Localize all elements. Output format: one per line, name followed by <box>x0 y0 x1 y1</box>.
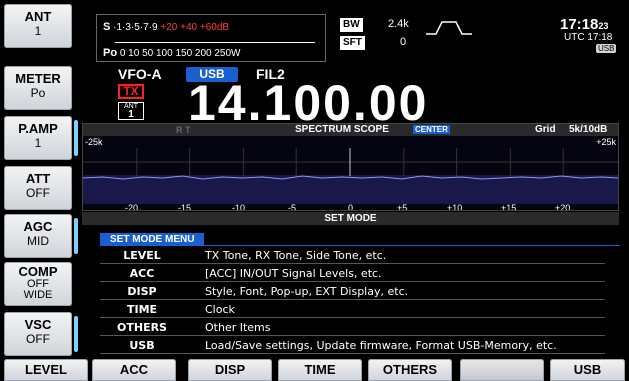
scope-rt: R T <box>176 125 191 135</box>
menu-divider <box>100 245 620 246</box>
vfo-name: VFO-A <box>118 66 162 82</box>
menu-row-others[interactable]: OTHERS Other Items <box>100 319 605 336</box>
vsc-button-value: OFF <box>26 332 50 346</box>
acc-button[interactable]: ACC <box>92 359 176 381</box>
scope-tick: +5 <box>397 203 408 211</box>
vsc-button[interactable]: VSC OFF <box>4 312 78 356</box>
clock: 17:1823 <box>560 16 608 33</box>
frequency-display[interactable]: 14.100.00 <box>188 78 428 128</box>
bw-label: BW <box>340 18 363 32</box>
preamp-button[interactable]: P.AMP 1 <box>4 116 78 160</box>
others-button[interactable]: OTHERS <box>368 359 452 381</box>
scope-center-badge: CENTER <box>413 125 450 134</box>
comp-button[interactable]: COMP OFF WIDE <box>4 262 72 306</box>
set-mode-panel: SET MODE SET MODE MENU LEVEL TX Tone, RX… <box>82 212 620 357</box>
po-meter-label: Po <box>103 47 118 59</box>
s-meter-scale: S ·1·3·5·7·9 +20 +40 +60dB <box>103 21 229 33</box>
scope-tick: +20 <box>555 203 571 211</box>
scope-span: 5k/10dB <box>569 124 608 135</box>
agc-button-value: MID <box>27 234 49 248</box>
s-meter-units: ·1·3·5·7·9 <box>113 22 158 33</box>
att-button-title: ATT <box>25 171 51 186</box>
set-mode-title: SET MODE <box>82 212 619 225</box>
s-meter-over: +20 +40 +60dB <box>160 22 230 33</box>
sft-value: 0 <box>400 36 407 48</box>
level-button[interactable]: LEVEL <box>4 359 88 381</box>
menu-row-key: ACC <box>129 267 155 280</box>
ant-indicator-num: 1 <box>128 109 134 120</box>
comp-button-title: COMP <box>18 264 58 279</box>
scope-tick: -5 <box>288 203 297 211</box>
meter-bar <box>115 37 315 43</box>
menu-row-desc: Load/Save settings, Update firmware, For… <box>205 339 557 352</box>
scope-tick: 0 <box>348 203 354 211</box>
s-meter-label: S <box>103 21 111 33</box>
menu-row-usb[interactable]: USB Load/Save settings, Update firmware,… <box>100 337 605 354</box>
ant-button[interactable]: ANT 1 <box>4 4 72 48</box>
clock-time: 17:18 <box>560 16 599 33</box>
att-button-value: OFF <box>26 186 50 200</box>
menu-row-desc: [ACC] IN/OUT Signal Levels, etc. <box>205 267 382 280</box>
menu-row-key: TIME <box>126 303 158 316</box>
scope-left-edge: -25k <box>85 137 103 147</box>
scope-tick: -15 <box>178 203 192 211</box>
menu-row-desc: Other Items <box>205 321 271 334</box>
menu-row-time[interactable]: TIME Clock <box>100 301 605 318</box>
preamp-button-value: 1 <box>34 136 42 150</box>
menu-row-desc: Clock <box>205 303 235 316</box>
scope-grid: Grid <box>535 124 556 135</box>
meter-button-title: METER <box>15 71 61 86</box>
usb-button[interactable]: USB <box>550 359 625 381</box>
preamp-button-title: P.AMP <box>18 121 58 136</box>
scope-header: R T SPECTRUM SCOPE CENTER Grid 5k/10dB <box>83 124 618 136</box>
menu-row-key: OTHERS <box>117 321 167 334</box>
tx-indicator: TX <box>118 84 144 99</box>
ant-indicator: ANT 1 <box>118 102 144 120</box>
menu-row-acc[interactable]: ACC [ACC] IN/OUT Signal Levels, etc. <box>100 265 605 282</box>
menu-row-desc: TX Tone, RX Tone, Side Tone, etc. <box>205 249 387 262</box>
scope-tick: +15 <box>501 203 517 211</box>
comp-button-value2: WIDE <box>23 289 53 301</box>
usb-indicator: USB <box>596 44 617 53</box>
agc-button-title: AGC <box>23 219 53 234</box>
scope-right-edge: +25k <box>596 137 616 147</box>
clock-seconds: 23 <box>598 21 609 31</box>
scope-plot <box>83 148 618 204</box>
scope-tick: +10 <box>447 203 463 211</box>
ant-button-title: ANT <box>24 9 52 24</box>
sft-label: SFT <box>340 36 365 50</box>
scope-title: SPECTRUM SCOPE <box>295 124 389 135</box>
menu-row-disp[interactable]: DISP Style, Font, Pop-up, EXT Display, e… <box>100 283 605 300</box>
menu-row-key: LEVEL <box>123 249 161 262</box>
empty-button[interactable] <box>460 359 544 381</box>
menu-row-level[interactable]: LEVEL TX Tone, RX Tone, Side Tone, etc. <box>100 247 605 264</box>
scope-tick: -10 <box>232 203 246 211</box>
ant-button-value: 1 <box>34 24 42 38</box>
meter-button[interactable]: METER Po <box>4 66 72 110</box>
po-meter-units: 0 10 50 100 150 200 250W <box>119 48 241 59</box>
utc-clock: UTC 17:18 <box>564 32 613 43</box>
time-button[interactable]: TIME <box>278 359 362 381</box>
po-meter-scale: Po 0 10 50 100 150 200 250W <box>103 47 241 59</box>
att-button[interactable]: ATT OFF <box>4 166 72 210</box>
filter-shape-icon <box>426 21 472 35</box>
scope-tick: -20 <box>125 203 139 211</box>
disp-button[interactable]: DISP <box>188 359 272 381</box>
spectrum-scope[interactable]: R T SPECTRUM SCOPE CENTER Grid 5k/10dB -… <box>82 123 619 211</box>
s-po-meter: S ·1·3·5·7·9 +20 +40 +60dB Po 0 10 50 10… <box>96 14 326 62</box>
vsc-button-title: VSC <box>24 317 52 332</box>
agc-button[interactable]: AGC MID <box>4 214 78 258</box>
menu-row-desc: Style, Font, Pop-up, EXT Display, etc. <box>205 285 409 298</box>
menu-row-key: DISP <box>127 285 157 298</box>
meter-button-value: Po <box>30 86 46 100</box>
menu-row-key: USB <box>129 339 155 352</box>
bw-value: 2.4k <box>388 18 409 30</box>
